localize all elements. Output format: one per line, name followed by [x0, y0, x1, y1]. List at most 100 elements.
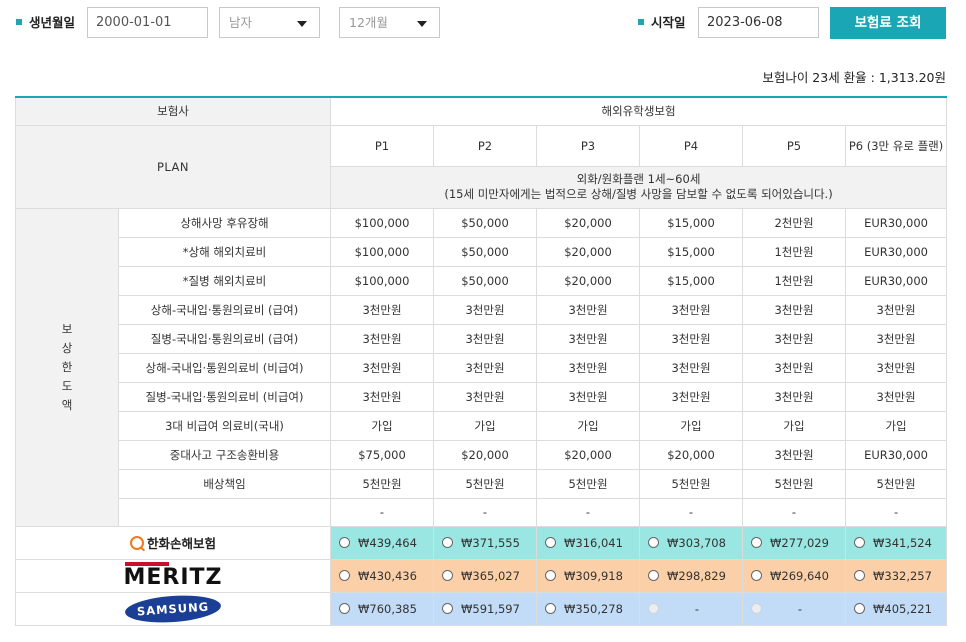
coverage-row: 상해-국내입·통원의료비 (급여) 3천만원 3천만원 3천만원 3천만원 3천만원 3천만… [16, 294, 948, 325]
premium-option[interactable]: ₩298,829 [639, 558, 743, 593]
insurer-row: 한화손해보험 ₩439,464 ₩371,555 ₩316,041 ₩303,708 ₩2… [15, 525, 948, 560]
coverage-name [118, 497, 331, 527]
product-header: 해외유학생보험 [329, 96, 948, 126]
coverage-value: 3천만원 [536, 352, 640, 383]
radio-icon [751, 602, 762, 614]
radio-icon[interactable] [751, 536, 762, 548]
coverage-value: EUR30,000 [844, 236, 948, 267]
insurer-row: MERITZ ₩430,436 ₩365,027 ₩309,918 ₩298,829 ₩2… [15, 558, 948, 593]
premium-option: - [639, 591, 743, 626]
coverage-value: 3천만원 [844, 294, 948, 325]
premium-amount: ₩591,597 [461, 601, 520, 616]
coverage-value: 가입 [844, 410, 948, 441]
radio-icon[interactable] [545, 536, 556, 548]
plan-header-p3: P3 [536, 124, 640, 167]
radio-icon[interactable] [854, 569, 865, 581]
coverage-value: 1천만원 [742, 265, 846, 296]
premium-option[interactable]: ₩760,385 [330, 591, 434, 626]
radio-icon[interactable] [545, 602, 556, 614]
premium-amount: ₩309,918 [564, 568, 623, 583]
coverage-value: 가입 [330, 410, 434, 441]
radio-icon[interactable] [442, 602, 453, 614]
coverage-value: 3천만원 [330, 294, 434, 325]
birthdate-input[interactable]: 2000-01-01 [87, 7, 208, 38]
insurer-header: 보험사 [15, 96, 331, 126]
coverage-value: $15,000 [639, 207, 743, 238]
coverage-name: *상해 해외치료비 [118, 236, 331, 267]
coverage-name: 상해-국내입·통원의료비 (비급여) [118, 352, 331, 383]
coverage-value: 5천만원 [433, 468, 537, 499]
premium-option[interactable]: ₩277,029 [742, 525, 846, 560]
gender-select[interactable]: 남자 [219, 7, 320, 38]
coverage-name: *질병 해외치료비 [118, 265, 331, 296]
chevron-down-icon [417, 21, 427, 27]
premium-option[interactable]: ₩439,464 [330, 525, 434, 560]
premium-option[interactable]: ₩316,041 [536, 525, 640, 560]
bullet-icon [638, 19, 644, 25]
hanwha-logo: 한화손해보험 [129, 536, 216, 551]
coverage-name: 중대사고 구조송환비용 [118, 439, 331, 470]
premium-option[interactable]: ₩371,555 [433, 525, 537, 560]
radio-icon[interactable] [751, 569, 762, 581]
insurer-row: SAMSUNG ₩760,385 ₩591,597 ₩350,278 - - ₩405,22… [15, 591, 948, 626]
radio-icon[interactable] [545, 569, 556, 581]
coverage-limit-char: 액 [61, 397, 73, 412]
plan-description-line1: 외화/원화플랜 1세~60세 [576, 172, 701, 186]
coverage-value: $50,000 [433, 207, 537, 238]
coverage-limit-char: 상 [61, 340, 73, 355]
radio-icon[interactable] [854, 602, 865, 614]
coverage-value: 3천만원 [844, 323, 948, 354]
premium-option[interactable]: ₩303,708 [639, 525, 743, 560]
premium-option[interactable]: ₩405,221 [844, 591, 948, 626]
coverage-value: $20,000 [433, 439, 537, 470]
radio-icon[interactable] [339, 536, 350, 548]
radio-icon[interactable] [339, 602, 350, 614]
radio-icon[interactable] [339, 569, 350, 581]
period-select[interactable]: 12개월 [339, 7, 440, 38]
coverage-limit-char: 도 [61, 378, 73, 393]
bullet-icon [16, 19, 22, 25]
premium-option[interactable]: ₩332,257 [844, 558, 948, 593]
coverage-value: 3천만원 [639, 381, 743, 412]
premium-option[interactable]: ₩350,278 [536, 591, 640, 626]
coverage-value: 3천만원 [742, 352, 846, 383]
premium-amount: ₩277,029 [770, 535, 829, 550]
insurer-logo-cell: 한화손해보험 [15, 525, 331, 560]
coverage-value: 3천만원 [433, 352, 537, 383]
plan-header-p5: P5 [742, 124, 846, 167]
coverage-row: 중대사고 구조송환비용 $75,000 $20,000 $20,000 $20,000 3… [16, 439, 948, 470]
hanwha-mark-icon [129, 536, 144, 550]
coverage-value: 3천만원 [639, 352, 743, 383]
premium-option[interactable]: ₩591,597 [433, 591, 537, 626]
coverage-value: 3천만원 [742, 294, 846, 325]
start-date-input[interactable]: 2023-06-08 [698, 7, 819, 38]
radio-icon[interactable] [442, 569, 453, 581]
plan-description: 외화/원화플랜 1세~60세 (15세 미만자에게는 법적으로 상해/질병 사망… [329, 165, 948, 209]
radio-icon[interactable] [648, 569, 659, 581]
coverage-row: *상해 해외치료비 $100,000 $50,000 $20,000 $15,000 1천… [16, 236, 948, 267]
plan-header-p6: P6 (3만 유로 플랜) [844, 124, 948, 167]
coverage-value: $15,000 [639, 236, 743, 267]
age-exchange-rate: 보험나이 23세 환율 : 1,313.20원 [762, 70, 946, 85]
premium-option[interactable]: ₩269,640 [742, 558, 846, 593]
premium-option[interactable]: ₩365,027 [433, 558, 537, 593]
coverage-row: ------ [16, 497, 948, 527]
coverage-limit-label: 보상한도액 [15, 207, 119, 527]
premium-option: - [742, 591, 846, 626]
birthdate-label: 생년월일 [16, 12, 75, 31]
query-premium-button[interactable]: 보험료 조회 [830, 7, 946, 39]
radio-icon[interactable] [854, 536, 865, 548]
premium-option[interactable]: ₩309,918 [536, 558, 640, 593]
radio-icon[interactable] [442, 536, 453, 548]
coverage-value: - [330, 497, 434, 527]
coverage-limit-char: 한 [61, 359, 73, 374]
start-date-label: 시작일 [638, 12, 686, 31]
premium-amount: - [694, 601, 700, 616]
premium-option[interactable]: ₩341,524 [844, 525, 948, 560]
coverage-value: 3천만원 [536, 294, 640, 325]
meritz-logo: MERITZ [123, 561, 222, 590]
coverage-value: 3천만원 [433, 294, 537, 325]
radio-icon[interactable] [648, 536, 659, 548]
premium-option[interactable]: ₩430,436 [330, 558, 434, 593]
coverage-row: 상해-국내입·통원의료비 (비급여) 3천만원 3천만원 3천만원 3천만원 3천만원 3천… [16, 352, 948, 383]
